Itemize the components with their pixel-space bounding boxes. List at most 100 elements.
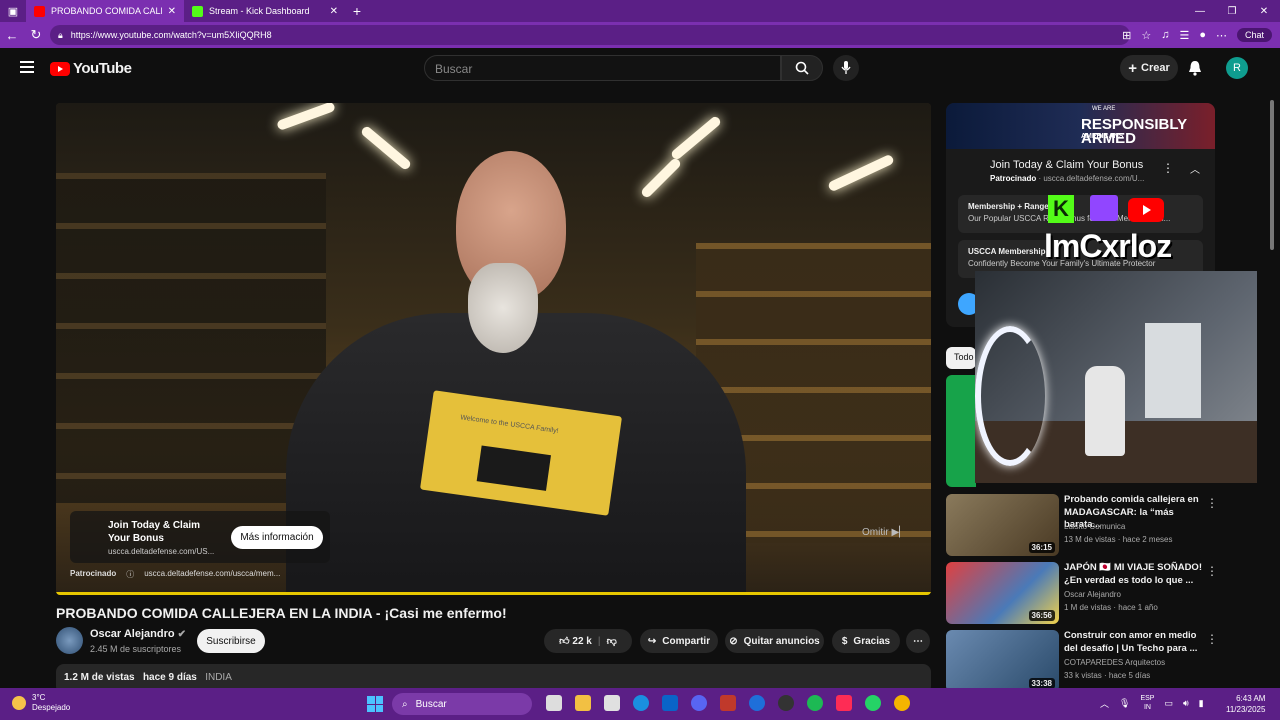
skip-next-icon: ▶▏ <box>891 527 907 538</box>
divider: | <box>597 635 601 647</box>
page-scrollbar[interactable] <box>1268 88 1276 688</box>
taskbar-search[interactable]: ⌕ Buscar <box>392 693 532 715</box>
tab-kick[interactable]: Stream - Kick Dashboard ✕ <box>184 0 346 22</box>
ad-progress-bar[interactable] <box>56 592 931 595</box>
channel-avatar[interactable] <box>56 627 83 654</box>
recommendation-item[interactable]: 33:38 Construir con amor en medio del de… <box>946 630 1266 692</box>
rec-channel[interactable]: Oscar Alejandro <box>1064 590 1121 599</box>
like-button[interactable]: 👍︎ 22 k <box>559 635 592 647</box>
maximize-icon[interactable]: ❐ <box>1216 6 1248 17</box>
rec-menu-icon[interactable]: ⋮ <box>1206 564 1218 578</box>
close-tab-icon[interactable]: ✕ <box>168 6 176 17</box>
create-button[interactable]: + Crear <box>1120 55 1178 81</box>
plus-icon: + <box>1128 59 1137 77</box>
account-avatar[interactable]: R <box>1226 57 1248 79</box>
video-thumbnail[interactable]: 36:56 <box>946 562 1059 624</box>
edge-icon[interactable] <box>633 695 649 711</box>
discord-icon[interactable] <box>691 695 707 711</box>
more-info-button[interactable]: Más información <box>231 526 323 549</box>
copilot-chat-button[interactable]: Chat <box>1236 28 1272 42</box>
volume-icon[interactable]: 🔊︎ <box>1183 698 1189 709</box>
more-actions-button[interactable]: ⋯ <box>906 629 930 653</box>
room-door <box>1145 323 1201 418</box>
app-icon[interactable] <box>720 695 736 711</box>
display-icon[interactable]: ▭ <box>1164 698 1173 709</box>
subscribe-button[interactable]: Suscribirse <box>197 629 265 653</box>
obs-icon[interactable] <box>778 695 794 711</box>
recommendation-item[interactable]: 36:56 JAPÓN 🇯🇵 MI VIAJE SOÑADO! ¿En verd… <box>946 562 1266 624</box>
close-tab-icon[interactable]: ✕ <box>330 6 338 17</box>
weather-widget[interactable]: 3°C Despejado <box>12 693 70 713</box>
video-thumbnail[interactable]: 33:38 <box>946 630 1059 692</box>
url-input[interactable]: 🔒︎ https://www.youtube.com/watch?v=um5XI… <box>50 25 1130 45</box>
app-icon[interactable] <box>749 695 765 711</box>
sidebar-ad-title[interactable]: Join Today & Claim Your Bonus <box>990 159 1143 171</box>
whatsapp-icon[interactable] <box>865 695 881 711</box>
tab-actions-icon[interactable]: ▣ <box>0 0 26 22</box>
profile-icon[interactable]: ● <box>1199 29 1206 41</box>
rec-channel[interactable]: COTAPAREDES Arquitectos <box>1064 658 1165 667</box>
hashtag[interactable]: INDIA <box>205 672 232 683</box>
skip-ad-button[interactable]: Omitir ▶▏ <box>862 527 907 538</box>
voice-search-button[interactable] <box>833 55 859 81</box>
search-button[interactable] <box>781 55 823 81</box>
tab-youtube[interactable]: PROBANDO COMIDA CALLE ✕ <box>26 0 184 22</box>
search-icon <box>795 61 809 75</box>
extensions-icon[interactable]: ♫ <box>1161 29 1169 41</box>
thanks-button[interactable]: $ Gracias <box>832 629 900 653</box>
split-screen-icon[interactable]: ⊞ <box>1122 29 1131 42</box>
kick-favicon-icon <box>192 5 203 17</box>
rec-menu-icon[interactable]: ⋮ <box>1206 632 1218 646</box>
dislike-button[interactable]: 👎︎ <box>607 635 617 647</box>
sponsored-url[interactable]: uscca.deltadefense.com/uscca/mem... <box>144 569 280 580</box>
super-thanks-icon: $ <box>841 635 848 647</box>
tiktok-icon[interactable] <box>836 695 852 711</box>
store-icon[interactable] <box>604 695 620 711</box>
recommendation-item[interactable]: 36:15 Probando comida callejera en MADAG… <box>946 494 1266 556</box>
remove-ads-button[interactable]: ⊘ Quitar anuncios <box>725 629 824 653</box>
notifications-button[interactable] <box>1188 60 1202 81</box>
taskbar-clock[interactable]: 6:43 AM 11/23/2025 <box>1226 693 1265 715</box>
sidebar-green-thumbnail[interactable] <box>946 375 976 487</box>
search-input[interactable]: Buscar <box>424 55 781 81</box>
presenter-beard <box>468 263 538 353</box>
refresh-icon[interactable]: ↻ <box>24 27 48 43</box>
close-window-icon[interactable]: ✕ <box>1248 6 1280 17</box>
minimize-icon[interactable]: — <box>1184 6 1216 17</box>
ad-banner-image[interactable]: WE ARE RESPONSIBLY ARMED AMERICANS <box>946 103 1215 149</box>
system-tray: ︿ 🎙︎ ESP IN ▭ 🔊︎ ▮ <box>1100 694 1204 712</box>
rec-title[interactable]: Construir con amor en medio del desafío … <box>1064 630 1204 655</box>
battery-icon[interactable]: ▮ <box>1199 698 1204 709</box>
outlook-icon[interactable] <box>662 695 678 711</box>
info-icon[interactable]: ⓘ <box>126 569 134 580</box>
spotify-icon[interactable] <box>807 695 823 711</box>
share-button[interactable]: ↪ Compartir <box>640 629 718 653</box>
ad-menu-icon[interactable]: ⋮ <box>1162 161 1174 175</box>
chevron-up-icon[interactable]: ︿ <box>1100 697 1109 710</box>
language-indicator[interactable]: ESP IN <box>1140 694 1154 712</box>
video-thumbnail[interactable]: 36:15 <box>946 494 1059 556</box>
rec-menu-icon[interactable]: ⋮ <box>1206 496 1218 510</box>
back-icon[interactable]: ← <box>0 28 24 43</box>
favorite-star-icon[interactable]: ☆ <box>1141 29 1151 42</box>
start-button[interactable] <box>367 696 383 712</box>
chrome-icon[interactable] <box>894 695 910 711</box>
menu-icon[interactable] <box>20 61 34 73</box>
banner-top-text: WE ARE <box>1092 106 1116 112</box>
video-player[interactable]: Welcome to the USCCA Family! Join Today … <box>56 103 931 595</box>
rec-channel[interactable]: Luisito Comunica <box>1064 522 1125 531</box>
filter-chip-all[interactable]: Todo <box>946 347 976 369</box>
collapse-chevron-icon[interactable]: ︿ <box>1190 161 1200 176</box>
file-explorer-icon[interactable] <box>575 695 591 711</box>
collections-icon[interactable]: ☰ <box>1179 29 1189 42</box>
task-view-icon[interactable] <box>546 695 562 711</box>
ad-title[interactable]: Join Today & Claim Your Bonus <box>108 519 218 545</box>
ad-overlay[interactable]: Join Today & Claim Your Bonus uscca.delt… <box>70 511 330 563</box>
youtube-logo[interactable]: YouTube <box>50 60 132 77</box>
new-tab-button[interactable]: + <box>346 3 368 19</box>
scrollbar-thumb[interactable] <box>1270 100 1274 250</box>
mic-tray-icon[interactable]: 🎙︎ <box>1119 698 1130 709</box>
channel-name[interactable]: Oscar Alejandro ✔ <box>90 628 186 640</box>
more-menu-icon[interactable]: ⋯ <box>1216 29 1227 42</box>
rec-title[interactable]: JAPÓN 🇯🇵 MI VIAJE SOÑADO! ¿En verdad es … <box>1064 562 1204 587</box>
